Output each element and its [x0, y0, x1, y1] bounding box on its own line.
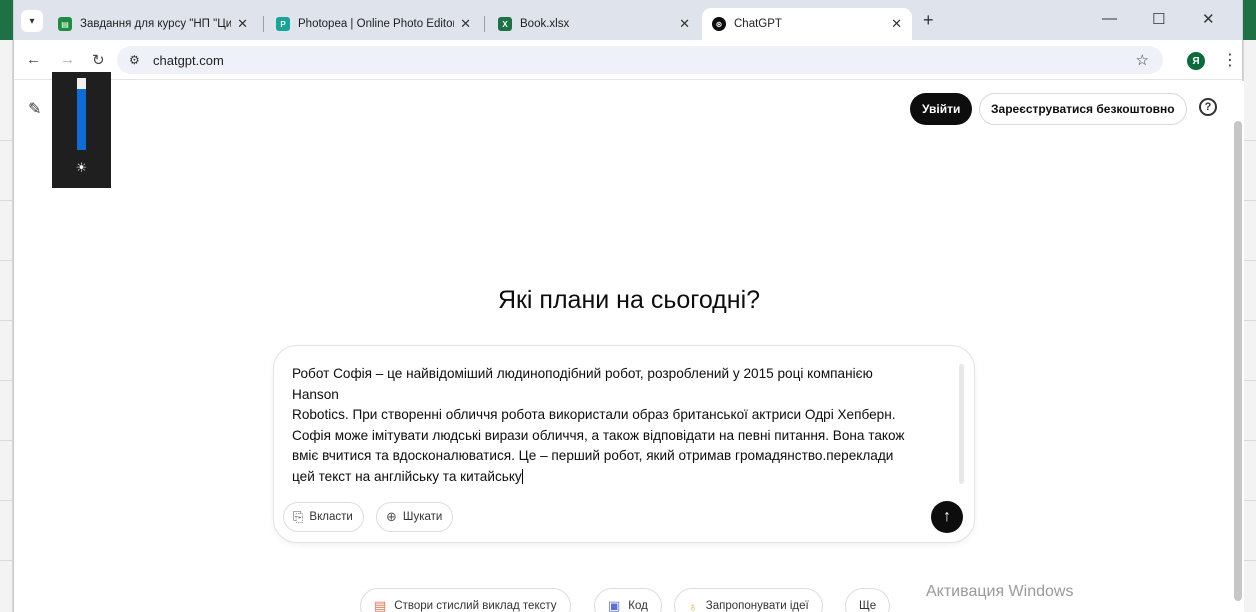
prompt-line: Hanson: [292, 386, 339, 402]
browser-toolbar: ← → ↻ ⚙ chatgpt.com ☆ Я ⋮: [14, 40, 1242, 80]
tab-search-button[interactable]: ▾: [21, 10, 43, 32]
lightbulb-icon: ♁: [688, 598, 698, 612]
browser-window: ▾ ▤ Завдання для курсу "НП "Циф ✕ P Phot…: [13, 0, 1244, 612]
paperclip-icon: ⎘: [293, 509, 304, 524]
more-menu-icon[interactable]: ⋮: [1222, 50, 1238, 70]
code-icon: ▣: [608, 598, 621, 612]
prompt-line: Робот Софія – це найвідоміший людиноподі…: [292, 366, 873, 381]
suggestion-ideas[interactable]: ♁ Запропонувати ідеї: [674, 588, 823, 612]
chatgpt-favicon-icon: ⊛: [712, 17, 726, 31]
profile-avatar[interactable]: Я: [1187, 52, 1205, 70]
close-icon[interactable]: ✕: [679, 16, 690, 32]
search-label: Шукати: [402, 511, 443, 523]
text-caret: [521, 468, 523, 484]
address-bar[interactable]: ⚙ chatgpt.com ☆: [117, 46, 1163, 74]
brightness-slider-remaining: [77, 78, 86, 89]
send-button[interactable]: ↑: [931, 501, 963, 533]
reload-icon[interactable]: ↻: [92, 51, 105, 69]
close-icon[interactable]: ✕: [460, 16, 471, 32]
prompt-composer[interactable]: Робот Софія – це найвідоміший людиноподі…: [273, 345, 975, 543]
windows-activation-watermark: Активация Windows: [926, 583, 1074, 600]
prompt-line: вміє вчитися та вдосконалюватися. Це – п…: [292, 448, 894, 463]
tab-title: Photopea | Online Photo Editor: [298, 18, 455, 30]
suggestion-more[interactable]: Ще: [845, 588, 891, 612]
excel-favicon-icon: X: [498, 17, 512, 31]
prompt-line: цей текст на англійську та китайську: [292, 468, 522, 484]
back-arrow-icon[interactable]: ←: [26, 51, 41, 68]
page-headline: Які плани на сьогодні?: [497, 286, 761, 314]
forward-arrow-icon[interactable]: →: [60, 51, 75, 68]
prompt-textarea[interactable]: Робот Софія – це найвідоміший людиноподі…: [292, 364, 954, 487]
brightness-slider[interactable]: [77, 78, 86, 150]
site-settings-icon[interactable]: ⚙: [129, 53, 143, 67]
attach-label: Вкласти: [309, 511, 353, 523]
new-tab-button[interactable]: +: [923, 10, 934, 31]
page-scrollbar[interactable]: [1234, 121, 1242, 601]
bookmark-star-icon[interactable]: ☆: [1136, 51, 1149, 69]
new-chat-icon[interactable]: ✎: [28, 99, 41, 119]
chatgpt-page: ✎ Увійти Зареєструватися безкоштовно ? Я…: [14, 81, 1244, 612]
help-icon[interactable]: ?: [1199, 98, 1217, 116]
tab-title: ChatGPT: [734, 18, 782, 30]
minimize-icon[interactable]: —: [1102, 10, 1117, 27]
suggestion-label: Створи стислий виклад тексту: [394, 600, 557, 612]
close-icon[interactable]: ✕: [237, 16, 248, 32]
chevron-down-icon: ▾: [29, 15, 35, 27]
excel-grid-right: [1243, 40, 1256, 612]
tab-photopea[interactable]: P Photopea | Online Photo Editor ✕: [266, 8, 481, 40]
tab-title: Завдання для курсу "НП "Циф: [80, 18, 232, 30]
excel-grid-left: [0, 40, 13, 612]
url-text[interactable]: chatgpt.com: [153, 53, 224, 68]
signup-button[interactable]: Зареєструватися безкоштовно: [979, 93, 1187, 125]
tab-bar: ▾ ▤ Завдання для курсу "НП "Циф ✕ P Phot…: [14, 0, 1242, 40]
photopea-favicon-icon: P: [276, 17, 290, 31]
suggestion-label: Код: [628, 600, 648, 612]
tab-separator: [484, 16, 485, 32]
tab-book-xlsx[interactable]: X Book.xlsx ✕: [488, 8, 700, 40]
arrow-up-icon: ↑: [943, 508, 951, 525]
login-button[interactable]: Увійти: [910, 93, 973, 125]
suggestion-summarize[interactable]: ▤ Створи стислий виклад тексту: [360, 588, 571, 612]
maximize-icon[interactable]: ☐: [1152, 10, 1165, 28]
tab-course-task[interactable]: ▤ Завдання для курсу "НП "Циф ✕: [48, 8, 258, 40]
globe-icon: ⊕: [386, 509, 397, 524]
summary-icon: ▤: [374, 598, 387, 612]
composer-scrollbar[interactable]: [959, 364, 964, 484]
tab-chatgpt[interactable]: ⊛ ChatGPT ✕: [702, 8, 912, 40]
window-close-icon[interactable]: ✕: [1202, 10, 1215, 28]
brightness-flyout: ☀: [52, 72, 111, 188]
close-icon[interactable]: ✕: [891, 16, 902, 32]
tab-separator: [263, 16, 264, 32]
prompt-line: Софія може імітувати людські вирази обли…: [292, 427, 905, 443]
suggestion-code[interactable]: ▣ Код: [594, 588, 662, 612]
attach-button[interactable]: ⎘ Вкласти: [283, 502, 364, 532]
suggestion-label: Запропонувати ідеї: [705, 600, 809, 612]
prompt-line: Robotics. При створенні обличчя робота в…: [292, 407, 896, 422]
classroom-favicon-icon: ▤: [58, 17, 72, 31]
suggestion-label: Ще: [859, 600, 877, 612]
tab-title: Book.xlsx: [520, 18, 570, 30]
search-button[interactable]: ⊕ Шукати: [376, 502, 454, 532]
sun-icon: ☀: [75, 160, 88, 175]
